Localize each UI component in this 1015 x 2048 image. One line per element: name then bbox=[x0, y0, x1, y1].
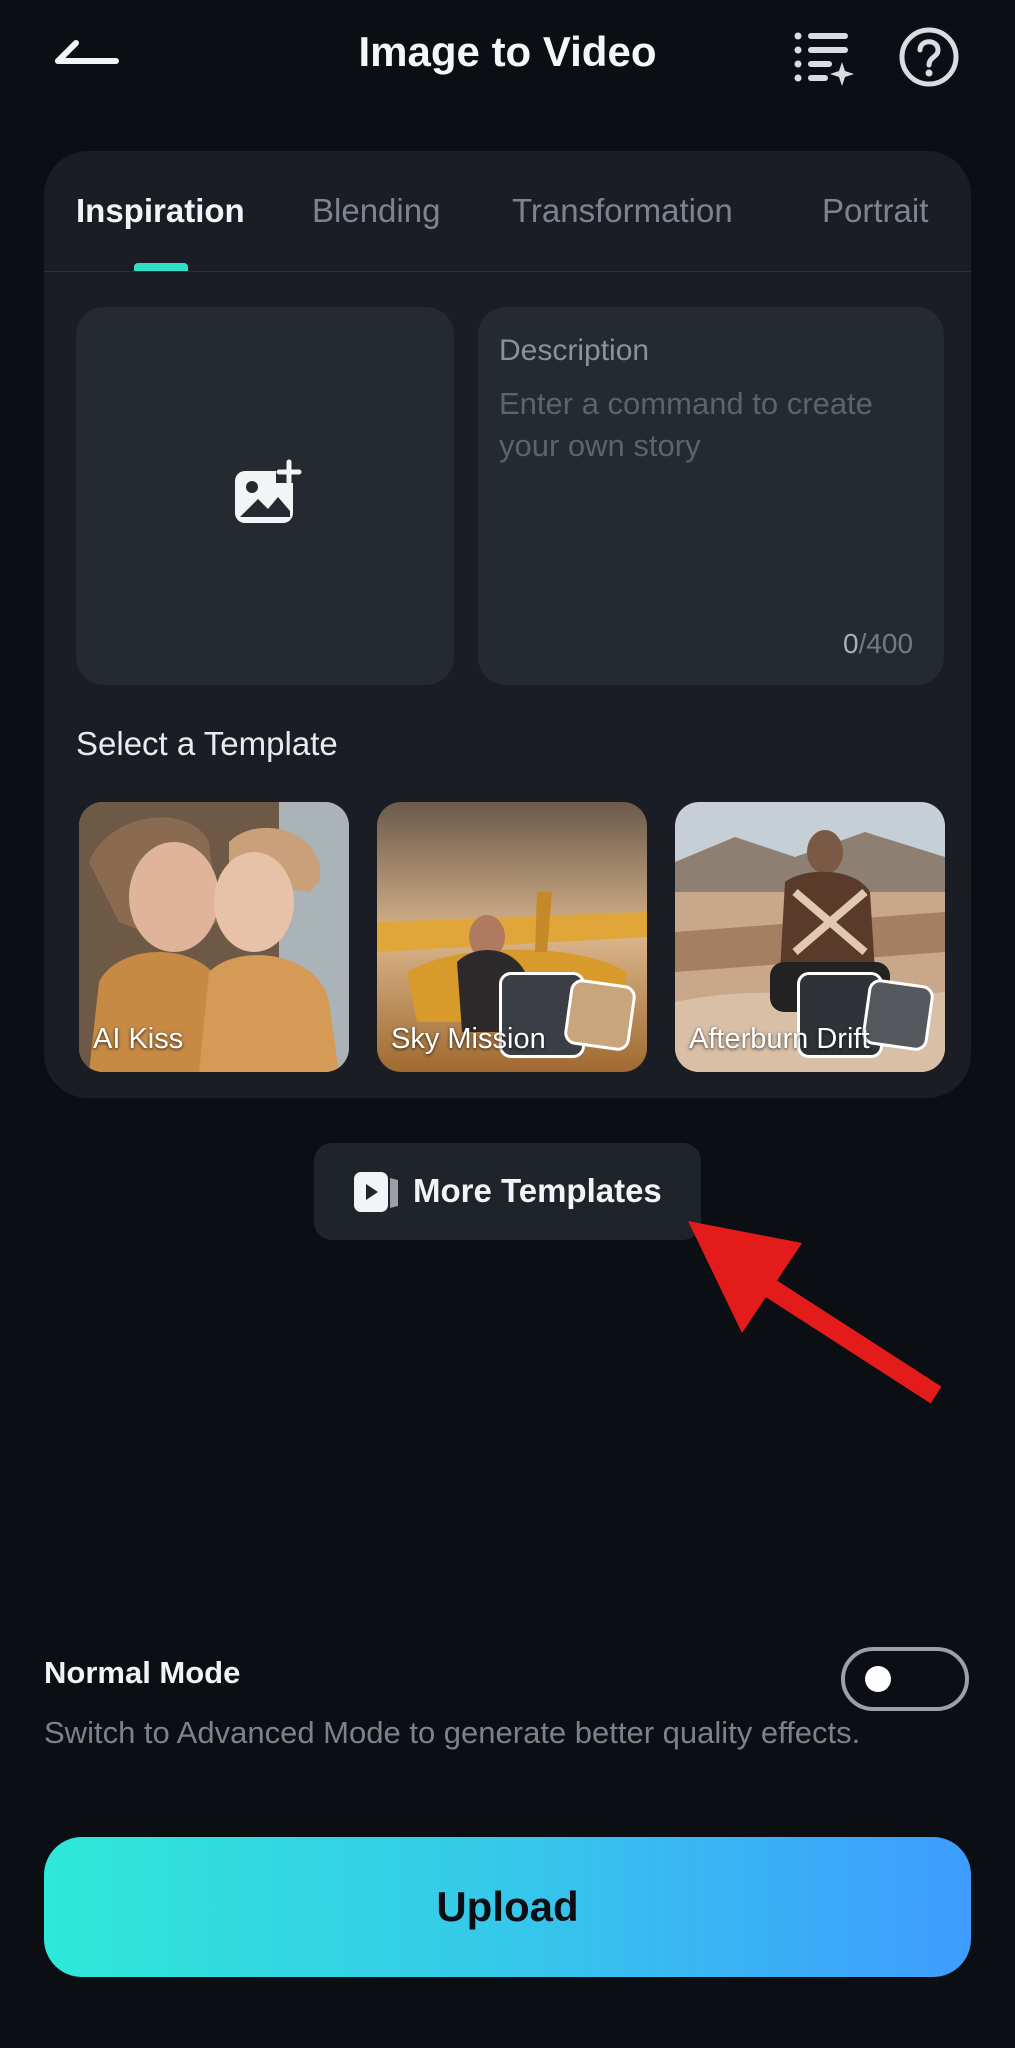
tab-portrait[interactable]: Portrait bbox=[822, 192, 928, 230]
template-name: Sky Mission bbox=[391, 1023, 546, 1055]
template-card-sky-mission[interactable]: Sky Mission bbox=[377, 802, 647, 1072]
sample-thumbnail bbox=[860, 977, 936, 1053]
template-name: Afterburn Drift bbox=[689, 1023, 870, 1055]
description-placeholder[interactable]: Enter a command to create your own story bbox=[499, 383, 919, 467]
sample-thumbnail bbox=[562, 977, 638, 1053]
page-title: Image to Video bbox=[358, 28, 657, 75]
add-image-icon bbox=[235, 459, 302, 523]
template-card-ai-kiss[interactable]: AI Kiss bbox=[79, 802, 349, 1072]
sparkle-list-icon bbox=[794, 32, 854, 86]
upload-button-label: Upload bbox=[436, 1883, 579, 1930]
tab-transformation[interactable]: Transformation bbox=[512, 192, 733, 230]
advanced-mode-toggle[interactable] bbox=[841, 1647, 969, 1711]
more-templates-label[interactable]: More Templates bbox=[413, 1172, 662, 1210]
select-template-heading: Select a Template bbox=[76, 725, 338, 762]
description-label: Description bbox=[499, 334, 650, 367]
toggle-knob bbox=[865, 1666, 891, 1692]
tab-inspiration[interactable]: Inspiration bbox=[76, 192, 245, 230]
annotation-arrow bbox=[688, 1221, 942, 1404]
mode-title: Normal Mode bbox=[44, 1655, 241, 1690]
help-circle-icon bbox=[899, 27, 959, 87]
tab-divider bbox=[44, 271, 971, 272]
upload-button[interactable]: Upload bbox=[44, 1837, 971, 1977]
help-button[interactable] bbox=[898, 26, 960, 88]
character-counter: 0/400 bbox=[843, 628, 914, 659]
tab-blending[interactable]: Blending bbox=[312, 192, 440, 230]
mode-description: Switch to Advanced Mode to generate bett… bbox=[44, 1715, 861, 1750]
video-play-icon bbox=[354, 1172, 398, 1212]
template-card-afterburn-drift[interactable]: Afterburn Drift bbox=[675, 802, 945, 1072]
active-tab-indicator bbox=[134, 263, 188, 271]
history-list-button[interactable] bbox=[790, 28, 854, 88]
image-upload-area[interactable] bbox=[76, 307, 454, 685]
template-name: AI Kiss bbox=[93, 1023, 184, 1055]
